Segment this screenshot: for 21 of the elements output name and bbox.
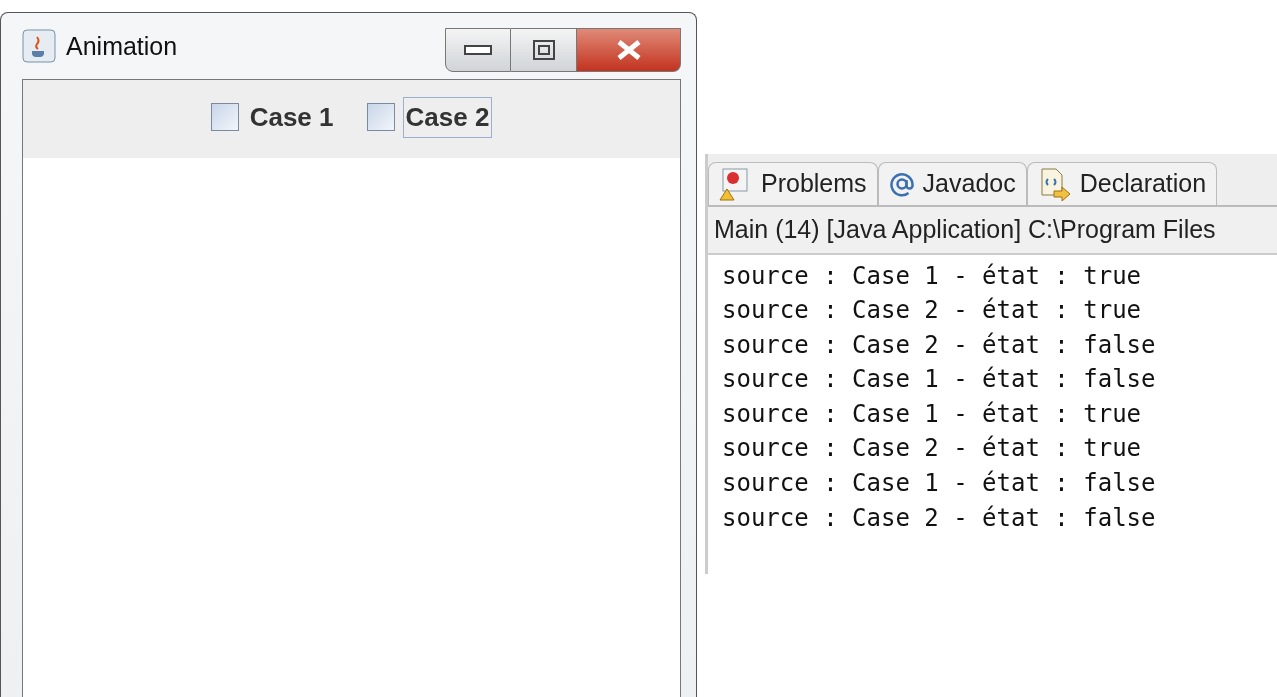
maximize-icon — [532, 40, 555, 60]
console-output-line: source : Case 2 - état : false — [722, 329, 1157, 361]
console-output-line: source : Case 2 - état : false — [722, 502, 1157, 534]
console-output-line: source : Case 1 - état : false — [722, 468, 1157, 500]
console-tab[interactable]: Problems — [708, 162, 878, 205]
console-output-line: source : Case 1 - état : true — [722, 398, 1143, 430]
maximize-button[interactable] — [511, 28, 577, 72]
java-cup-icon — [22, 29, 56, 63]
minimize-icon — [464, 44, 492, 56]
console-output-line: source : Case 1 - état : true — [722, 260, 1143, 292]
console-tab[interactable]: Javadoc — [877, 162, 1027, 205]
console-output-line: source : Case 2 - état : true — [722, 295, 1143, 327]
at-sign-icon — [888, 171, 915, 197]
close-button[interactable] — [577, 28, 681, 72]
console-output-line: source : Case 2 - état : true — [722, 433, 1143, 465]
console-header: Main (14) [Java Application] C:\Program Files — [708, 207, 1277, 255]
window-title: Animation — [66, 31, 178, 62]
checkbox[interactable]: Case 1 — [210, 96, 337, 138]
console-tab[interactable]: Declaration — [1026, 162, 1218, 205]
minimize-button[interactable] — [445, 28, 511, 72]
console-output-line: source : Case 1 - état : false — [722, 364, 1157, 396]
